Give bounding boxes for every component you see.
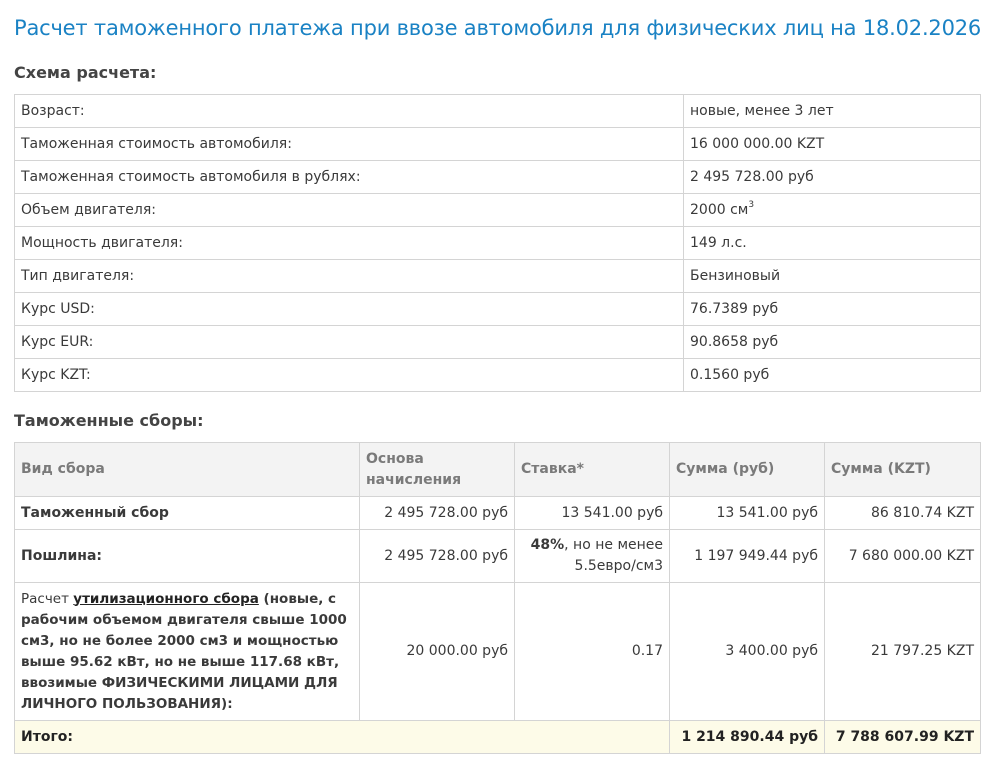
scheme-row: Тип двигателя: Бензиновый (14, 259, 981, 293)
duty-rate-minimum: , но не менее 5.5евро/см3 (564, 537, 663, 574)
fee-row-recycling: Расчет утилизационного сбора (новые, с р… (14, 582, 981, 721)
fees-table: Вид сбора Основа начисления Ставка* Сумм… (14, 442, 981, 754)
scheme-label: Курс EUR: (14, 325, 684, 359)
fee-base: 20 000.00 руб (359, 582, 515, 721)
scheme-row: Мощность двигателя: 149 л.с. (14, 226, 981, 260)
scheme-row: Курс USD: 76.7389 руб (14, 292, 981, 326)
scheme-label: Тип двигателя: (14, 259, 684, 293)
fees-header-row: Вид сбора Основа начисления Ставка* Сумм… (14, 442, 981, 497)
scheme-label: Таможенная стоимость автомобиля в рублях… (14, 160, 684, 194)
fee-rate: 0.17 (514, 582, 670, 721)
scheme-value: 90.8658 руб (683, 325, 981, 359)
page-title: Расчет таможенного платежа при ввозе авт… (14, 16, 982, 40)
scheme-label: Мощность двигателя: (14, 226, 684, 260)
scheme-label: Возраст: (14, 94, 684, 128)
total-row: Итого: 1 214 890.44 руб 7 788 607.99 KZT (14, 720, 981, 754)
scheme-value: 149 л.с. (683, 226, 981, 260)
scheme-value: 76.7389 руб (683, 292, 981, 326)
scheme-label: Объем двигателя: (14, 193, 684, 227)
scheme-row: Таможенная стоимость автомобиля в рублях… (14, 160, 981, 194)
scheme-row: Возраст: новые, менее 3 лет (14, 94, 981, 128)
scheme-row: Таможенная стоимость автомобиля: 16 000 … (14, 127, 981, 161)
column-header-base: Основа начисления (359, 442, 515, 497)
scheme-row: Объем двигателя: 2000 см3 (14, 193, 981, 227)
column-header-sum-kzt: Сумма (KZT) (824, 442, 981, 497)
fee-row-duty: Пошлина: 2 495 728.00 руб 48%, но не мен… (14, 529, 981, 583)
scheme-row: Курс EUR: 90.8658 руб (14, 325, 981, 359)
page: Расчет таможенного платежа при ввозе авт… (0, 0, 989, 754)
scheme-value: 2 495 728.00 руб (683, 160, 981, 194)
fee-sum-kzt: 86 810.74 KZT (824, 496, 981, 530)
fee-rate: 13 541.00 руб (514, 496, 670, 530)
scheme-value: новые, менее 3 лет (683, 94, 981, 128)
scheme-row: Курс KZT: 0.1560 руб (14, 358, 981, 392)
scheme-value: 2000 см3 (683, 193, 981, 227)
fee-row-customs-fee: Таможенный сбор 2 495 728.00 руб 13 541.… (14, 496, 981, 530)
scheme-table: Возраст: новые, менее 3 лет Таможенная с… (14, 94, 981, 392)
scheme-label: Таможенная стоимость автомобиля: (14, 127, 684, 161)
fee-sum-rub: 13 541.00 руб (669, 496, 825, 530)
column-header-fee-type: Вид сбора (14, 442, 360, 497)
duty-rate-percent: 48% (530, 537, 565, 553)
fee-name: Таможенный сбор (14, 496, 360, 530)
scheme-value: 16 000 000.00 KZT (683, 127, 981, 161)
recycling-description: (новые, с рабочим объемом двигателя свыш… (21, 590, 347, 712)
fee-name: Расчет утилизационного сбора (новые, с р… (14, 582, 360, 721)
scheme-label: Курс KZT: (14, 358, 684, 392)
column-header-sum-rub: Сумма (руб) (669, 442, 825, 497)
scheme-heading: Схема расчета: (14, 63, 157, 82)
recycling-prefix: Расчет (21, 590, 74, 607)
fee-sum-kzt: 7 680 000.00 KZT (824, 529, 981, 583)
fee-sum-rub: 3 400.00 руб (669, 582, 825, 721)
fee-rate: 48%, но не менее 5.5евро/см3 (514, 529, 670, 583)
cubic-superscript: 3 (748, 200, 755, 211)
fee-base: 2 495 728.00 руб (359, 496, 515, 530)
total-label: Итого: (14, 720, 670, 754)
engine-volume-value: 2000 см (690, 202, 749, 218)
scheme-value: 0.1560 руб (683, 358, 981, 392)
fee-sum-rub: 1 197 949.44 руб (669, 529, 825, 583)
scheme-label: Курс USD: (14, 292, 684, 326)
fees-heading: Таможенные сборы: (14, 411, 204, 430)
fee-sum-kzt: 21 797.25 KZT (824, 582, 981, 721)
recycling-fee-link[interactable]: утилизационного сбора (73, 591, 259, 607)
total-sum-rub: 1 214 890.44 руб (669, 720, 825, 754)
fee-base: 2 495 728.00 руб (359, 529, 515, 583)
column-header-rate: Ставка* (514, 442, 670, 497)
total-sum-kzt: 7 788 607.99 KZT (824, 720, 981, 754)
scheme-value: Бензиновый (683, 259, 981, 293)
fee-name: Пошлина: (14, 529, 360, 583)
